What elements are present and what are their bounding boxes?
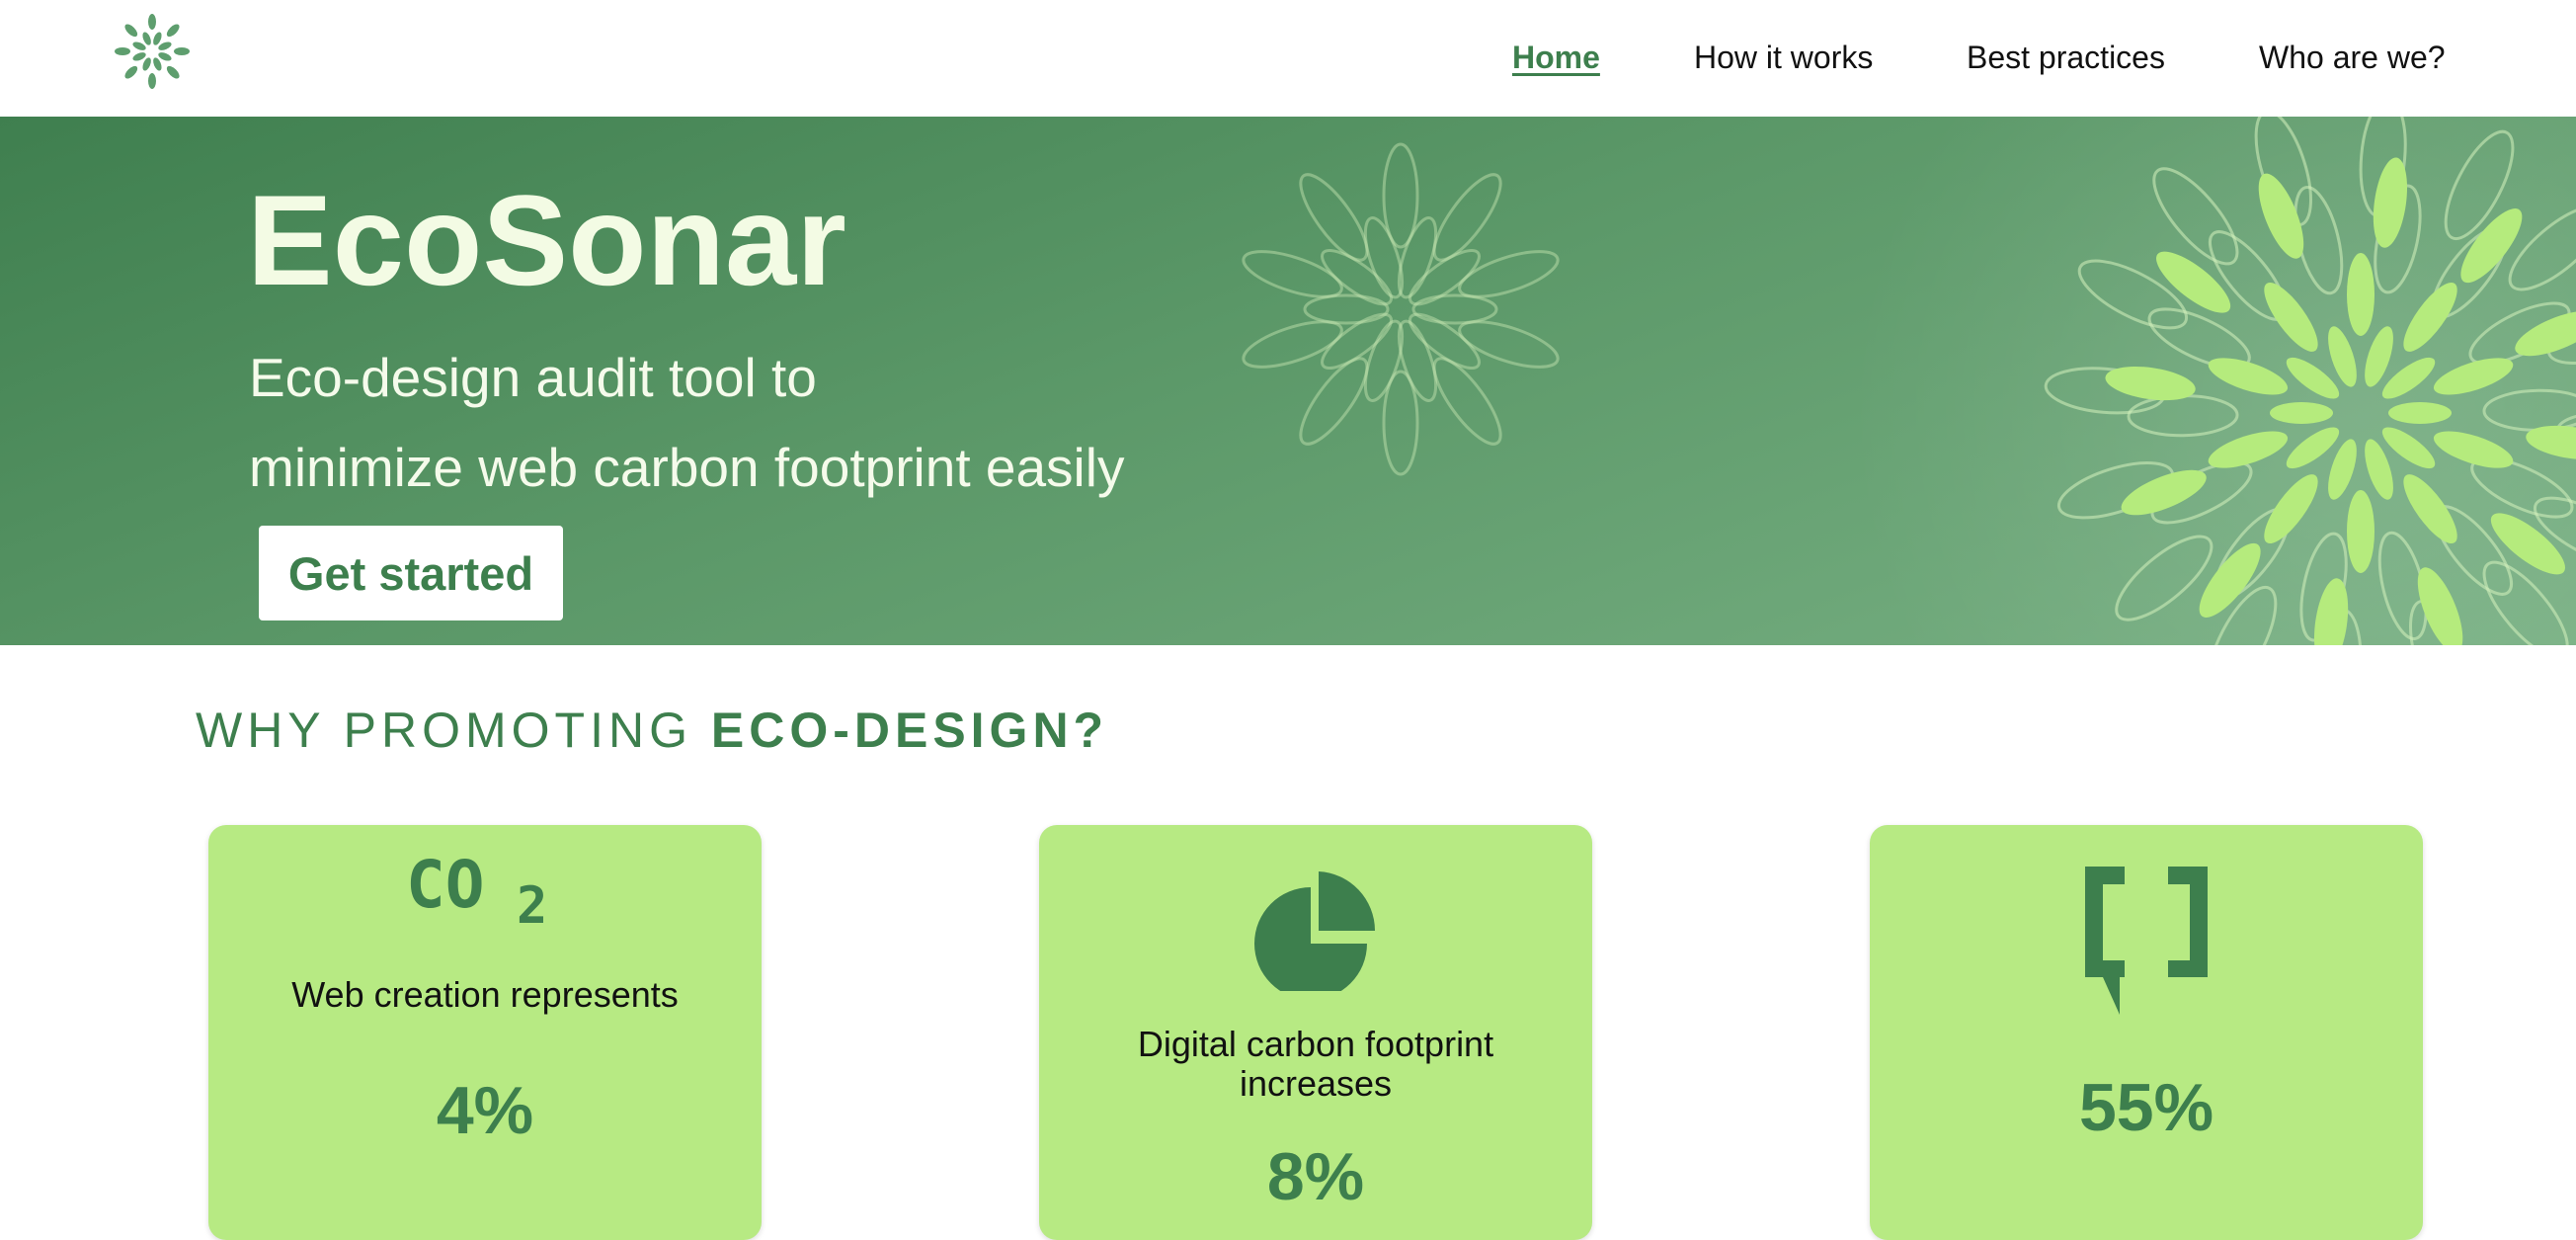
top-navbar: Home How it works Best practices Who are… <box>0 0 2576 117</box>
deco-petal <box>2270 402 2333 424</box>
nav-link-best-practices[interactable]: Best practices <box>1967 38 2165 77</box>
logo-petal <box>124 24 138 38</box>
nav-link-how-it-works[interactable]: How it works <box>1694 38 1873 77</box>
pie-chart-icon <box>1254 871 1375 991</box>
deco-petal-outline <box>1321 312 1393 370</box>
logo-petal <box>148 73 156 89</box>
logo-petal <box>124 65 138 79</box>
deco-petal <box>2347 490 2375 573</box>
deco-petal <box>2347 253 2375 336</box>
logo-petal <box>115 47 130 55</box>
hero-title: EcoSonar <box>247 168 846 312</box>
hero-subtitle-line2: minimize web carbon footprint easily <box>249 437 1125 498</box>
nav-link-who-are-we[interactable]: Who are we? <box>2259 38 2446 77</box>
deco-petal-outline <box>1432 173 1502 262</box>
hero-banner: EcoSonar Eco-design audit tool to minimi… <box>0 117 2576 645</box>
card-value: 4% <box>436 1073 534 1148</box>
deco-petal-outline <box>1432 357 1502 446</box>
logo-petal <box>174 47 190 55</box>
section-title-bold: ECO-DESIGN? <box>710 703 1109 758</box>
card-label: Digital carbon footprint increases <box>1137 1024 1494 1104</box>
leaf-flower-logo-icon[interactable] <box>109 8 196 95</box>
card-value: 55% <box>2078 1070 2214 1145</box>
deco-petal-outline <box>1299 357 1369 446</box>
card-label: Web creation represents <box>291 974 679 1015</box>
stat-card-55-percent: 55% <box>1870 825 2423 1240</box>
hero-subtitle-line1: Eco-design audit tool to <box>249 347 817 408</box>
get-started-button[interactable]: Get started <box>259 526 563 620</box>
deco-petal-outline <box>1299 173 1369 262</box>
nav-link-home[interactable]: Home <box>1512 38 1600 77</box>
stat-card-digital-footprint: Digital carbon footprint increases 8% <box>1039 825 1592 1240</box>
deco-petal-outline <box>1411 293 1498 325</box>
deco-petal-outline <box>1409 312 1481 370</box>
logo-petal <box>166 24 180 38</box>
deco-petal <box>2388 402 2452 424</box>
deco-petal-outline <box>1409 249 1481 306</box>
stat-card-web-creation: CO 2 Web creation represents 4% <box>208 825 762 1240</box>
deco-petal-outline <box>1303 293 1390 325</box>
speech-bracket-icon <box>2085 867 2208 1015</box>
logo-petal <box>148 14 156 30</box>
co2-icon: CO 2 <box>406 847 548 936</box>
deco-petal-outline <box>1321 249 1393 306</box>
card-value: 8% <box>1266 1139 1365 1214</box>
section-title-regular: WHY PROMOTING <box>196 703 711 758</box>
logo-petal <box>166 65 180 79</box>
section-title: WHY PROMOTING ECO-DESIGN? <box>196 700 1108 761</box>
